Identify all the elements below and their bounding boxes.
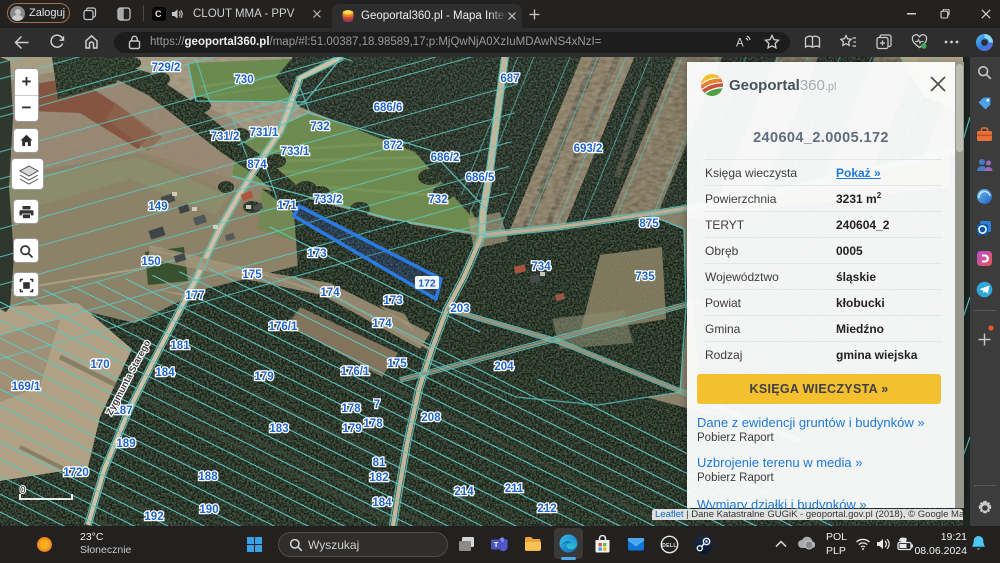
svg-text:204: 204 (494, 361, 514, 373)
svg-text:729/2: 729/2 (152, 62, 181, 74)
svg-text:81: 81 (373, 457, 386, 469)
svg-text:150: 150 (141, 256, 160, 268)
svg-text:A: A (736, 38, 744, 50)
svg-text:177: 177 (185, 290, 204, 302)
svg-text:190: 190 (199, 504, 218, 516)
svg-text:214: 214 (454, 486, 474, 498)
svg-text:183: 183 (269, 423, 288, 435)
svg-text:735: 735 (635, 271, 655, 283)
svg-text:192: 192 (144, 511, 163, 523)
svg-text:733/2: 733/2 (314, 194, 343, 206)
svg-text:733/1: 733/1 (281, 146, 310, 158)
svg-text:731/2: 731/2 (211, 131, 240, 143)
svg-text:175: 175 (242, 269, 262, 281)
svg-text:732: 732 (310, 121, 329, 133)
svg-text:1720: 1720 (63, 467, 89, 479)
svg-text:686/2: 686/2 (431, 152, 460, 164)
svg-text:149: 149 (148, 201, 167, 213)
svg-text:731/1: 731/1 (250, 127, 279, 139)
svg-text:179: 179 (342, 423, 361, 435)
svg-text:173: 173 (383, 295, 402, 307)
svg-text:178: 178 (341, 403, 361, 415)
svg-text:169/1: 169/1 (12, 381, 41, 393)
svg-text:170: 170 (90, 359, 109, 371)
svg-text:189: 189 (116, 438, 135, 450)
svg-text:T: T (494, 540, 499, 549)
svg-text:203: 203 (450, 303, 469, 315)
svg-text:687: 687 (500, 73, 519, 85)
svg-text:176/1: 176/1 (269, 321, 298, 333)
svg-text:178: 178 (363, 418, 383, 430)
svg-text:176/1: 176/1 (341, 366, 370, 378)
svg-text:7: 7 (374, 399, 380, 411)
svg-text:DELL: DELL (662, 543, 677, 549)
svg-text:872: 872 (383, 140, 402, 152)
svg-text:174: 174 (320, 287, 340, 299)
svg-text:184: 184 (372, 497, 392, 509)
svg-text:184: 184 (155, 367, 175, 379)
svg-text:171: 171 (277, 200, 297, 212)
svg-text:212: 212 (537, 503, 556, 515)
svg-text:734: 734 (531, 261, 551, 273)
svg-text:173: 173 (307, 248, 326, 260)
svg-text:730: 730 (234, 74, 253, 86)
svg-text:732: 732 (428, 194, 447, 206)
svg-text:181: 181 (170, 340, 190, 352)
svg-text:174: 174 (372, 318, 392, 330)
svg-text:686/5: 686/5 (466, 172, 495, 184)
svg-text:874: 874 (247, 159, 267, 171)
svg-text:182: 182 (369, 472, 388, 484)
svg-text:693/2: 693/2 (574, 143, 603, 155)
svg-text:172: 172 (418, 278, 436, 290)
svg-text:188: 188 (198, 471, 218, 483)
svg-text:175: 175 (387, 358, 407, 370)
svg-text:179: 179 (254, 371, 273, 383)
svg-text:686/6: 686/6 (374, 102, 403, 114)
svg-text:208: 208 (421, 412, 441, 424)
svg-text:875: 875 (639, 218, 659, 230)
svg-text:211: 211 (505, 483, 524, 495)
